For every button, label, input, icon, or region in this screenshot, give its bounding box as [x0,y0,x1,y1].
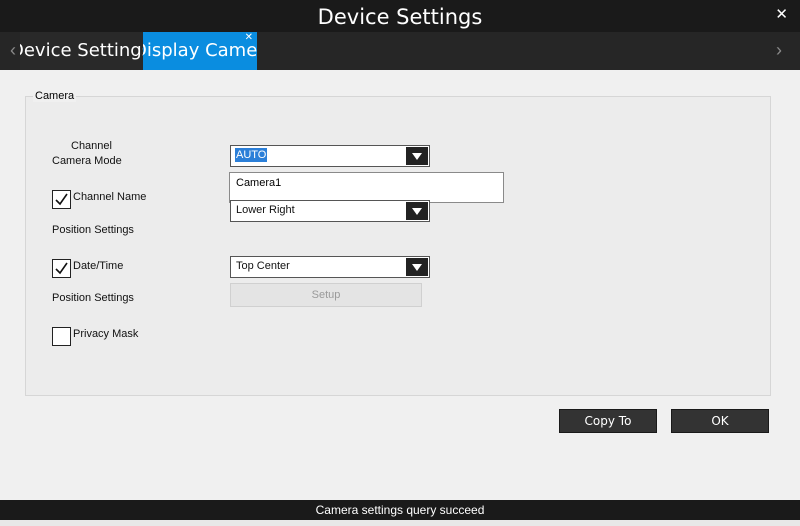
status-bar: Camera settings query succeed [0,500,800,520]
tab-display-camera[interactable]: Display Camera ✕ [143,32,257,70]
tab-close-icon[interactable]: ✕ [245,33,253,43]
tab-scroll-left-icon[interactable]: ‹ [6,32,20,70]
channel-name-value: Camera1 [236,177,282,189]
ok-button[interactable]: OK [671,409,769,433]
chevron-down-icon[interactable] [406,202,428,220]
channel-name-input[interactable]: Camera1 [229,172,504,203]
camera-group-title: Camera [33,90,77,102]
channel-name-label: Channel Name [73,191,147,203]
check-icon [55,193,68,206]
channel-name-checkbox[interactable] [52,190,71,209]
title-bar: Device Settings ✕ [0,0,800,32]
datetime-position-label: Position Settings [52,292,134,304]
channel-name-position-value: Lower Right [236,204,295,216]
camera-mode-label: Camera Mode [52,155,122,167]
tab-bar: ‹ Device Settings Display Camera ✕ › [0,32,800,70]
tab-scroll-right-icon[interactable]: › [772,32,786,70]
datetime-position-value: Top Center [236,260,290,272]
status-text: Camera settings query succeed [315,503,485,517]
datetime-checkbox[interactable] [52,259,71,278]
privacy-mask-label: Privacy Mask [73,328,139,340]
bottom-strip [0,520,800,526]
privacy-mask-checkbox[interactable] [52,327,71,346]
window-title: Device Settings [317,5,483,29]
chevron-down-icon[interactable] [406,258,428,276]
check-icon [55,262,68,275]
datetime-label: Date/Time [73,260,124,272]
tab-label: Device Settings [20,40,143,61]
camera-group-box [25,96,771,396]
tab-label: Display Camera [143,40,257,61]
camera-mode-select[interactable]: AUTO [230,145,430,167]
tab-device-settings[interactable]: Device Settings [20,32,143,70]
channel-name-position-select[interactable]: Lower Right [230,200,430,222]
channel-label: Channel [71,140,112,152]
copy-to-button[interactable]: Copy To [559,409,657,433]
datetime-position-select[interactable]: Top Center [230,256,430,278]
setup-button[interactable]: Setup [230,283,422,307]
channel-name-position-label: Position Settings [52,224,134,236]
close-icon[interactable]: ✕ [775,6,788,22]
device-settings-window: Device Settings ✕ ‹ Device Settings Disp… [0,0,800,526]
camera-mode-value: AUTO [235,148,268,162]
chevron-down-icon[interactable] [406,147,428,165]
